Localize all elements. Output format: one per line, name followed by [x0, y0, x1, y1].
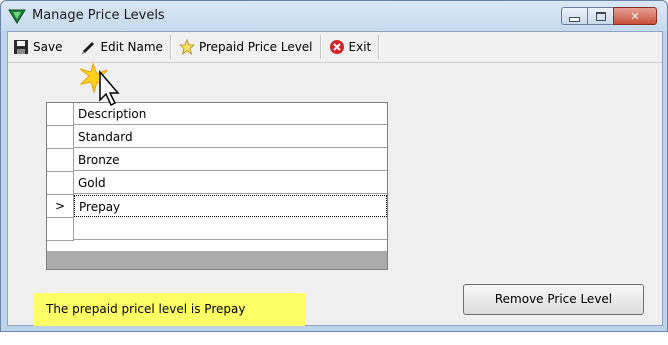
app-triangle-icon	[8, 9, 26, 24]
title-bar: Manage Price Levels ✕	[1, 1, 667, 31]
close-icon: ✕	[630, 9, 640, 23]
floppy-disk-icon	[14, 40, 28, 54]
row-header[interactable]	[47, 103, 74, 126]
save-button[interactable]: Save	[8, 34, 67, 60]
maximize-icon	[595, 11, 606, 21]
table-row[interactable]: Bronze	[47, 149, 387, 172]
row-header[interactable]	[47, 126, 74, 149]
toolbar-separator	[169, 35, 172, 59]
exit-button[interactable]: Exit	[324, 34, 377, 60]
window-controls: ✕	[561, 7, 657, 25]
description-cell[interactable]: Gold	[74, 172, 387, 194]
toolbar-separator	[319, 35, 322, 59]
table-row-new[interactable]	[47, 218, 387, 241]
table-row[interactable]: Gold	[47, 172, 387, 195]
description-cell[interactable]: Bronze	[74, 149, 387, 171]
window-title: Manage Price Levels	[32, 8, 165, 23]
red-x-icon	[329, 40, 344, 54]
edit-name-button[interactable]: Edit Name	[75, 34, 167, 60]
maximize-button[interactable]	[587, 7, 614, 25]
prepaid-price-level-button[interactable]: Prepaid Price Level	[174, 34, 318, 60]
close-button[interactable]: ✕	[613, 7, 657, 25]
minimize-button[interactable]	[561, 7, 588, 25]
mouse-pointer-icon	[79, 62, 120, 107]
edit-name-label: Edit Name	[100, 40, 163, 54]
description-cell[interactable]: Standard	[74, 126, 387, 148]
row-header[interactable]	[47, 172, 74, 195]
row-header[interactable]	[47, 149, 74, 172]
prepaid-price-level-label: Prepaid Price Level	[198, 40, 313, 54]
toolbar-separator	[378, 35, 381, 59]
grid-body: Description Standard Bronze Gold > Prepa…	[47, 103, 387, 251]
pencil-icon	[82, 42, 95, 54]
row-indicator[interactable]: >	[47, 195, 74, 218]
exit-label: Exit	[348, 40, 372, 54]
remove-price-level-button[interactable]: Remove Price Level	[463, 284, 644, 315]
status-message: The prepaid pricel level is Prepay	[34, 293, 305, 326]
save-label: Save	[33, 40, 63, 54]
row-header[interactable]	[47, 218, 74, 241]
description-cell[interactable]: Prepay	[74, 195, 387, 217]
table-row[interactable]: Standard	[47, 126, 387, 149]
minimize-icon	[569, 16, 580, 22]
table-row-selected[interactable]: > Prepay	[47, 195, 387, 218]
price-levels-grid[interactable]: Description Standard Bronze Gold > Prepa…	[46, 102, 388, 270]
toolbar: Save Edit Name Prepaid Price Level Exit	[8, 32, 662, 63]
description-cell[interactable]	[74, 218, 387, 240]
star-icon	[178, 39, 195, 55]
manage-price-levels-window: Manage Price Levels ✕ Save Edit Name Pre…	[0, 0, 668, 332]
